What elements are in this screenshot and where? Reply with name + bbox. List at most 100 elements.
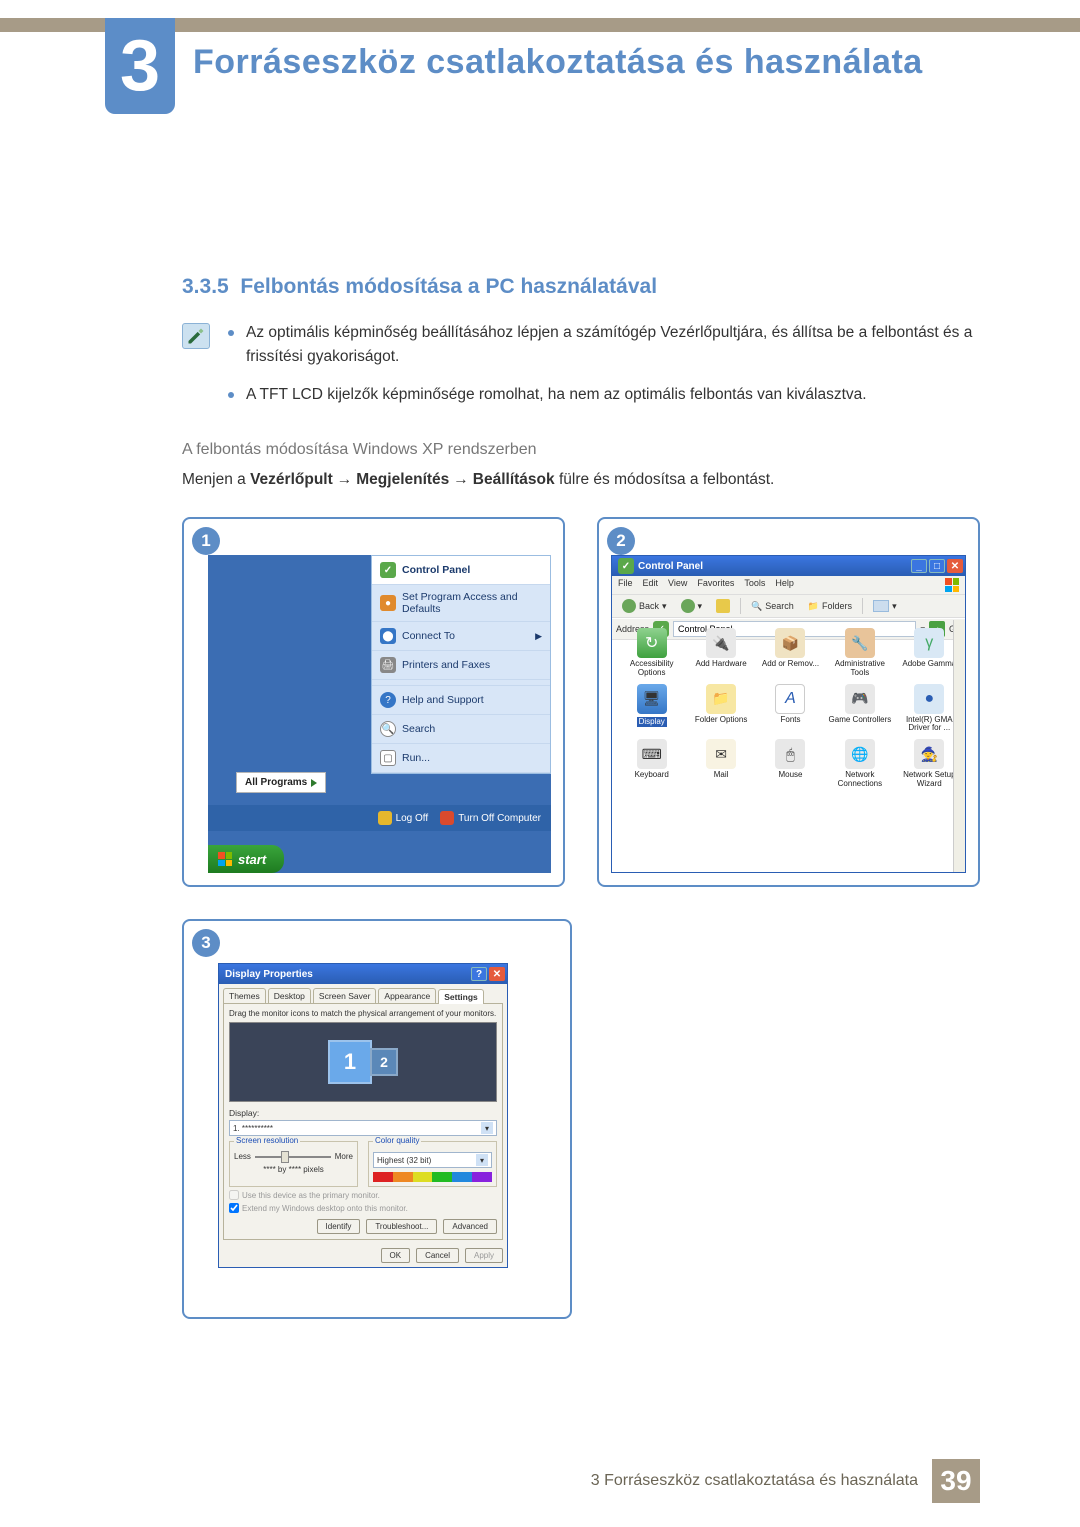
- label: Back: [639, 601, 659, 611]
- item-label: Keyboard: [620, 771, 683, 780]
- item-label: Accessibility Options: [620, 660, 683, 678]
- cp-item-folder-options[interactable]: Folder Options: [689, 684, 752, 734]
- start-menu-right-column: ✓ Control Panel ● Set Program Access and…: [371, 555, 551, 774]
- menu-item-run[interactable]: ▢ Run...: [372, 744, 550, 773]
- cp-item-mouse[interactable]: Mouse: [759, 739, 822, 789]
- subheading: A felbontás módosítása Windows XP rendsz…: [182, 441, 980, 459]
- tab-appearance[interactable]: Appearance: [378, 988, 436, 1003]
- display-combo[interactable]: 1. ********** ▾: [229, 1120, 497, 1136]
- cancel-button[interactable]: Cancel: [416, 1248, 459, 1263]
- cp-item-add-hardware[interactable]: Add Hardware: [689, 628, 752, 678]
- item-label: Folder Options: [689, 716, 752, 725]
- cp-item-game-controllers[interactable]: Game Controllers: [828, 684, 891, 734]
- tab-screensaver[interactable]: Screen Saver: [313, 988, 377, 1003]
- primary-monitor-checkbox[interactable]: [229, 1190, 239, 1200]
- menu-help[interactable]: Help: [775, 578, 794, 592]
- window-title: Control Panel: [638, 561, 703, 572]
- start-button[interactable]: start: [208, 845, 284, 873]
- menu-item-search[interactable]: 🔍 Search: [372, 715, 550, 744]
- menu-tools[interactable]: Tools: [744, 578, 765, 592]
- slider-handle[interactable]: [281, 1151, 289, 1163]
- label: Connect To: [402, 630, 529, 642]
- menu-file[interactable]: File: [618, 578, 633, 592]
- cp-item-accessibility-options[interactable]: Accessibility Options: [620, 628, 683, 678]
- window-titlebar[interactable]: Display Properties ? ✕: [219, 964, 507, 984]
- turn-off-button[interactable]: Turn Off Computer: [440, 811, 541, 825]
- maximize-button[interactable]: □: [929, 559, 945, 573]
- monitor-2-icon[interactable]: 2: [370, 1048, 398, 1076]
- menubar: File Edit View Favorites Tools Help: [612, 576, 965, 595]
- cp-item-network-setup-wizard[interactable]: Network Setup Wizard: [898, 739, 961, 789]
- cp-item-network-connections[interactable]: Network Connections: [828, 739, 891, 789]
- menu-item-control-panel[interactable]: ✓ Control Panel: [372, 556, 550, 585]
- ok-button[interactable]: OK: [381, 1248, 411, 1263]
- arrow-icon: →: [449, 471, 473, 489]
- step-number-badge: 1: [192, 527, 220, 555]
- page-content: 3.3.5 Felbontás módosítása a PC használa…: [182, 275, 980, 1351]
- troubleshoot-button[interactable]: Troubleshoot...: [366, 1219, 437, 1234]
- up-icon: [716, 599, 730, 613]
- display-label: Display:: [229, 1108, 497, 1118]
- label: Search: [765, 601, 794, 611]
- cp-item-mail[interactable]: Mail: [689, 739, 752, 789]
- cp-item-adobe-gamma[interactable]: Adobe Gamma: [898, 628, 961, 678]
- close-button[interactable]: ✕: [947, 559, 963, 573]
- back-icon: [622, 599, 636, 613]
- windows-logo-icon: [218, 852, 232, 866]
- resolution-slider[interactable]: Less More: [234, 1152, 353, 1161]
- cp-item-display[interactable]: Display: [620, 684, 683, 734]
- primary-monitor-checkbox-row: Use this device as the primary monitor.: [229, 1190, 497, 1200]
- bullet-dot-icon: [228, 392, 234, 398]
- label: Turn Off Computer: [458, 813, 541, 824]
- menu-edit[interactable]: Edit: [643, 578, 659, 592]
- tab-themes[interactable]: Themes: [223, 988, 266, 1003]
- label: Folders: [822, 601, 852, 611]
- identify-button[interactable]: Identify: [317, 1219, 361, 1234]
- forward-button[interactable]: ▾: [677, 598, 707, 614]
- cp-item-keyboard[interactable]: Keyboard: [620, 739, 683, 789]
- search-button[interactable]: 🔍Search: [747, 600, 798, 613]
- item-label: Network Connections: [828, 771, 891, 789]
- tab-settings[interactable]: Settings: [438, 989, 484, 1004]
- menu-item-connect-to[interactable]: ⬤ Connect To ▶: [372, 622, 550, 651]
- cp-item-add-or-remov[interactable]: Add or Remov...: [759, 628, 822, 678]
- item-icon: [775, 684, 805, 714]
- window-titlebar[interactable]: ✓ Control Panel _ □ ✕: [612, 556, 965, 576]
- menu-favorites[interactable]: Favorites: [697, 578, 734, 592]
- log-off-button[interactable]: Log Off: [378, 811, 429, 825]
- menu-item-program-access[interactable]: ● Set Program Access and Defaults: [372, 585, 550, 622]
- monitor-1-icon[interactable]: 1: [328, 1040, 372, 1084]
- cp-item-intel-r-gma-driver-for[interactable]: Intel(R) GMA Driver for ...: [898, 684, 961, 734]
- windows-logo-icon: [945, 578, 959, 592]
- menu-view[interactable]: View: [668, 578, 687, 592]
- help-button[interactable]: ?: [471, 967, 487, 981]
- menu-item-help[interactable]: ? Help and Support: [372, 686, 550, 715]
- label: Set Program Access and Defaults: [402, 591, 542, 615]
- up-button[interactable]: [712, 598, 734, 614]
- apply-button[interactable]: Apply: [465, 1248, 503, 1263]
- group-title: Screen resolution: [234, 1136, 300, 1145]
- more-label: More: [335, 1152, 353, 1161]
- views-button[interactable]: ▾: [869, 599, 901, 613]
- item-label: Mail: [689, 771, 752, 780]
- folders-button[interactable]: 📁Folders: [804, 600, 856, 613]
- monitor-arrangement-area[interactable]: 1 2: [229, 1022, 497, 1102]
- item-icon: [706, 739, 736, 769]
- menu-item-printers[interactable]: 🖨 Printers and Faxes: [372, 651, 550, 680]
- cp-item-fonts[interactable]: Fonts: [759, 684, 822, 734]
- extend-desktop-checkbox-row: Extend my Windows desktop onto this moni…: [229, 1203, 497, 1213]
- item-icon: [775, 739, 805, 769]
- back-button[interactable]: Back▾: [618, 598, 671, 614]
- advanced-button[interactable]: Advanced: [443, 1219, 497, 1234]
- extend-desktop-checkbox[interactable]: [229, 1203, 239, 1213]
- all-programs-button[interactable]: All Programs: [236, 772, 326, 793]
- color-quality-combo[interactable]: Highest (32 bit) ▾: [373, 1152, 492, 1168]
- close-button[interactable]: ✕: [489, 967, 505, 981]
- tab-desktop[interactable]: Desktop: [268, 988, 311, 1003]
- item-icon: [845, 739, 875, 769]
- minimize-button[interactable]: _: [911, 559, 927, 573]
- program-access-icon: ●: [380, 595, 396, 611]
- scrollbar-vertical[interactable]: [953, 620, 965, 872]
- cp-item-administrative-tools[interactable]: Administrative Tools: [828, 628, 891, 678]
- color-bar-icon: [373, 1172, 492, 1182]
